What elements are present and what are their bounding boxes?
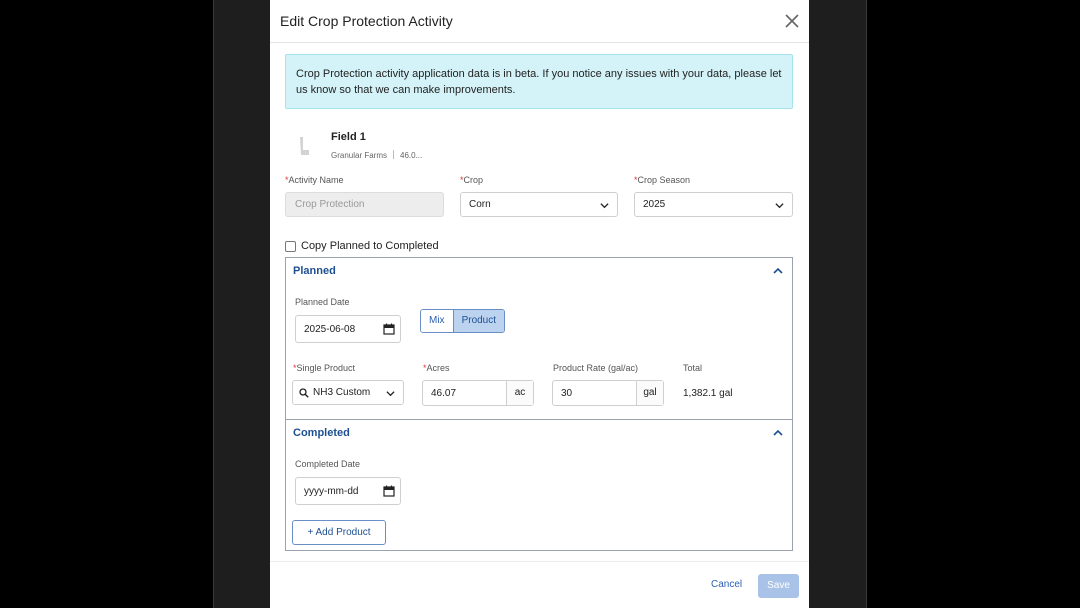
activity-name-label-text: Activity Name xyxy=(288,175,344,185)
edit-activity-modal: Edit Crop Protection Activity Crop Prote… xyxy=(270,0,809,608)
total-label: Total xyxy=(683,363,703,373)
calendar-icon[interactable] xyxy=(383,485,395,497)
acres-label: *Acres xyxy=(423,363,450,373)
product-rate-label: Product Rate (gal/ac) xyxy=(553,363,639,373)
mix-product-toggle: Mix Product xyxy=(420,309,506,333)
chevron-down-icon xyxy=(600,203,609,209)
mix-toggle-button[interactable]: Mix xyxy=(421,310,453,332)
completed-section-header[interactable]: Completed xyxy=(286,420,792,446)
completed-date-label: Completed Date xyxy=(295,459,361,469)
total-value: 1,382.1 gal xyxy=(683,388,733,399)
crop-label: *Crop xyxy=(460,175,483,185)
crop-season-label-text: Crop Season xyxy=(637,175,691,185)
product-rate-value: 30 xyxy=(561,388,573,399)
chevron-down-icon xyxy=(775,203,784,209)
product-rate-unit: gal xyxy=(636,381,663,405)
product-rate-input[interactable]: 30 gal xyxy=(552,380,664,406)
modal-title: Edit Crop Protection Activity xyxy=(280,13,453,29)
close-icon xyxy=(785,14,799,28)
chevron-down-icon xyxy=(386,391,395,397)
meta-separator xyxy=(393,150,395,159)
add-product-button[interactable]: + Add Product xyxy=(292,520,386,545)
planned-date-input[interactable]: 2025-06-08 xyxy=(295,315,401,343)
search-icon xyxy=(299,388,309,398)
backdrop-right xyxy=(867,0,1080,608)
field-name: Field 1 xyxy=(331,131,366,143)
backdrop-left xyxy=(0,0,213,608)
acres-input[interactable]: 46.07 ac xyxy=(422,380,534,406)
completed-date-placeholder: yyyy-mm-dd xyxy=(304,486,359,497)
copy-planned-label[interactable]: Copy Planned to Completed xyxy=(301,240,439,252)
chevron-up-icon xyxy=(773,267,783,274)
acres-value: 46.07 xyxy=(431,388,457,399)
completed-date-input[interactable]: yyyy-mm-dd xyxy=(295,477,401,505)
crop-label-text: Crop xyxy=(463,175,484,185)
beta-alert: Crop Protection activity application dat… xyxy=(285,54,793,109)
planned-date-value: 2025-06-08 xyxy=(304,324,356,335)
field-acres: 46.0... xyxy=(400,151,423,160)
chevron-up-icon xyxy=(773,429,783,436)
crop-select[interactable]: Corn xyxy=(460,192,618,217)
crop-season-value: 2025 xyxy=(643,199,666,210)
planned-date-label: Planned Date xyxy=(295,297,350,307)
close-button[interactable] xyxy=(783,12,801,30)
save-button[interactable]: Save xyxy=(758,574,799,598)
single-product-select[interactable]: NH3 Custom xyxy=(292,380,404,405)
single-product-label: *Single Product xyxy=(293,363,355,373)
field-boundary-icon xyxy=(300,137,309,155)
single-product-value: NH3 Custom xyxy=(313,387,371,398)
acres-label-text: Acres xyxy=(426,363,450,373)
planned-section-title: Planned xyxy=(293,265,336,277)
crop-season-label: *Crop Season xyxy=(634,175,690,185)
cancel-button[interactable]: Cancel xyxy=(711,579,742,590)
product-toggle-button[interactable]: Product xyxy=(452,310,505,332)
activity-sections: Planned Planned Date 2025-06-08 Mix Prod… xyxy=(285,257,793,551)
single-product-label-text: Single Product xyxy=(296,363,356,373)
planned-section-header[interactable]: Planned xyxy=(286,258,792,284)
copy-planned-checkbox[interactable] xyxy=(285,241,296,252)
field-card: Field 1 Granular Farms 46.0... xyxy=(285,128,585,166)
field-meta: Granular Farms 46.0... xyxy=(331,150,422,160)
acres-unit: ac xyxy=(506,381,533,405)
modal-header: Edit Crop Protection Activity xyxy=(270,0,809,43)
crop-select-value: Corn xyxy=(469,199,491,210)
modal-footer: Cancel Save xyxy=(270,561,809,608)
completed-section-title: Completed xyxy=(293,427,350,439)
crop-season-select[interactable]: 2025 xyxy=(634,192,793,217)
activity-name-label: *Activity Name xyxy=(285,175,344,185)
farm-name: Granular Farms xyxy=(331,151,388,160)
activity-name-input[interactable]: Crop Protection xyxy=(285,192,444,217)
calendar-icon[interactable] xyxy=(383,323,395,335)
